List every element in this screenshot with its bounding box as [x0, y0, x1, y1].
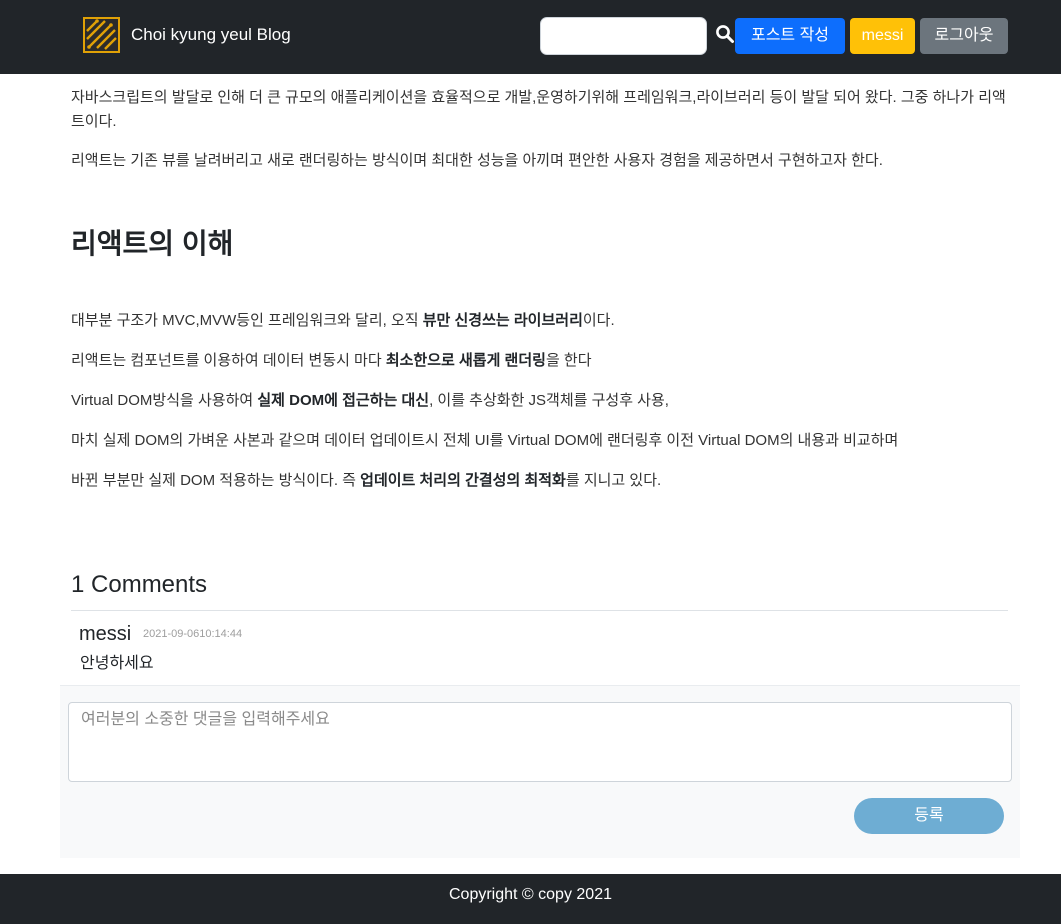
- text: Virtual DOM방식을 사용하여: [71, 392, 258, 409]
- comment-textarea[interactable]: 여러분의 소중한 댓글을 입력해주세요: [68, 702, 1012, 782]
- emphasis: 업데이트 처리의 간결성의 최적화: [360, 472, 566, 489]
- article-paragraph-4: 마치 실제 DOM의 가벼운 사본과 같으며 데이터 업데이트시 전체 UI를 …: [71, 432, 899, 449]
- text: , 이를 추상화한 JS객체를 구성후 사용,: [429, 392, 669, 409]
- logout-button[interactable]: 로그아웃: [920, 18, 1008, 54]
- submit-comment-button[interactable]: 등록: [854, 798, 1004, 834]
- intro-paragraph-2: 리액트는 기존 뷰를 날려버리고 새로 랜더링하는 방식이며 최대한 성능을 아…: [71, 152, 883, 169]
- emphasis: 뷰만 신경쓰는 라이브러리: [422, 312, 583, 329]
- comment-date: 2021-09-0610:14:44: [143, 628, 243, 640]
- comment-body: 안녕하세요: [80, 655, 154, 672]
- circuit-logo-icon[interactable]: [83, 17, 120, 53]
- write-post-button[interactable]: 포스트 작성: [735, 18, 845, 54]
- intro-paragraph-1: 자바스크립트의 발달로 인해 더 큰 규모의 애플리케이션을 효율적으로 개발,…: [71, 89, 1006, 130]
- comment-author: messi: [79, 623, 132, 645]
- section-heading: 리액트의 이해: [71, 228, 234, 259]
- brand-title[interactable]: Choi kyung yeul Blog: [131, 24, 291, 46]
- top-navbar: Choi kyung yeul Blog 포스트 작성 messi 로그아웃: [0, 0, 1061, 74]
- text: 을 한다: [545, 352, 592, 369]
- comment-form: 여러분의 소중한 댓글을 입력해주세요 등록: [60, 685, 1020, 858]
- text: 를 지니고 있다.: [565, 472, 662, 489]
- text: 리액트는 컴포넌트를 이용하여 데이터 변동시 마다: [71, 352, 386, 369]
- user-button[interactable]: messi: [850, 18, 915, 54]
- article-paragraph-1: 대부분 구조가 MVC,MVW등인 프레임워크와 달리, 오직 뷰만 신경쓰는 …: [71, 309, 615, 333]
- footer: Copyright © copy 2021: [0, 874, 1061, 924]
- text: 대부분 구조가 MVC,MVW등인 프레임워크와 달리, 오직: [71, 312, 423, 329]
- emphasis: 최소한으로 새롭게 랜더링: [385, 352, 546, 369]
- article-paragraph-3: Virtual DOM방식을 사용하여 실제 DOM에 접근하는 대신, 이를 …: [71, 389, 669, 413]
- divider: [71, 610, 1008, 611]
- copyright-text: Copyright © copy 2021: [449, 886, 612, 903]
- comments-title: 1 Comments: [71, 571, 208, 598]
- article-paragraph-5: 바뀐 부분만 실제 DOM 적용하는 방식이다. 즉 업데이트 처리의 간결성의…: [71, 469, 661, 493]
- search-input[interactable]: [540, 17, 707, 55]
- article-paragraph-2: 리액트는 컴포넌트를 이용하여 데이터 변동시 마다 최소한으로 새롭게 랜더링…: [71, 349, 592, 373]
- search-icon[interactable]: [715, 24, 735, 44]
- text: 이다.: [582, 312, 615, 329]
- text: 바뀐 부분만 실제 DOM 적용하는 방식이다. 즉: [71, 472, 361, 489]
- emphasis: 실제 DOM에 접근하는 대신: [257, 392, 430, 409]
